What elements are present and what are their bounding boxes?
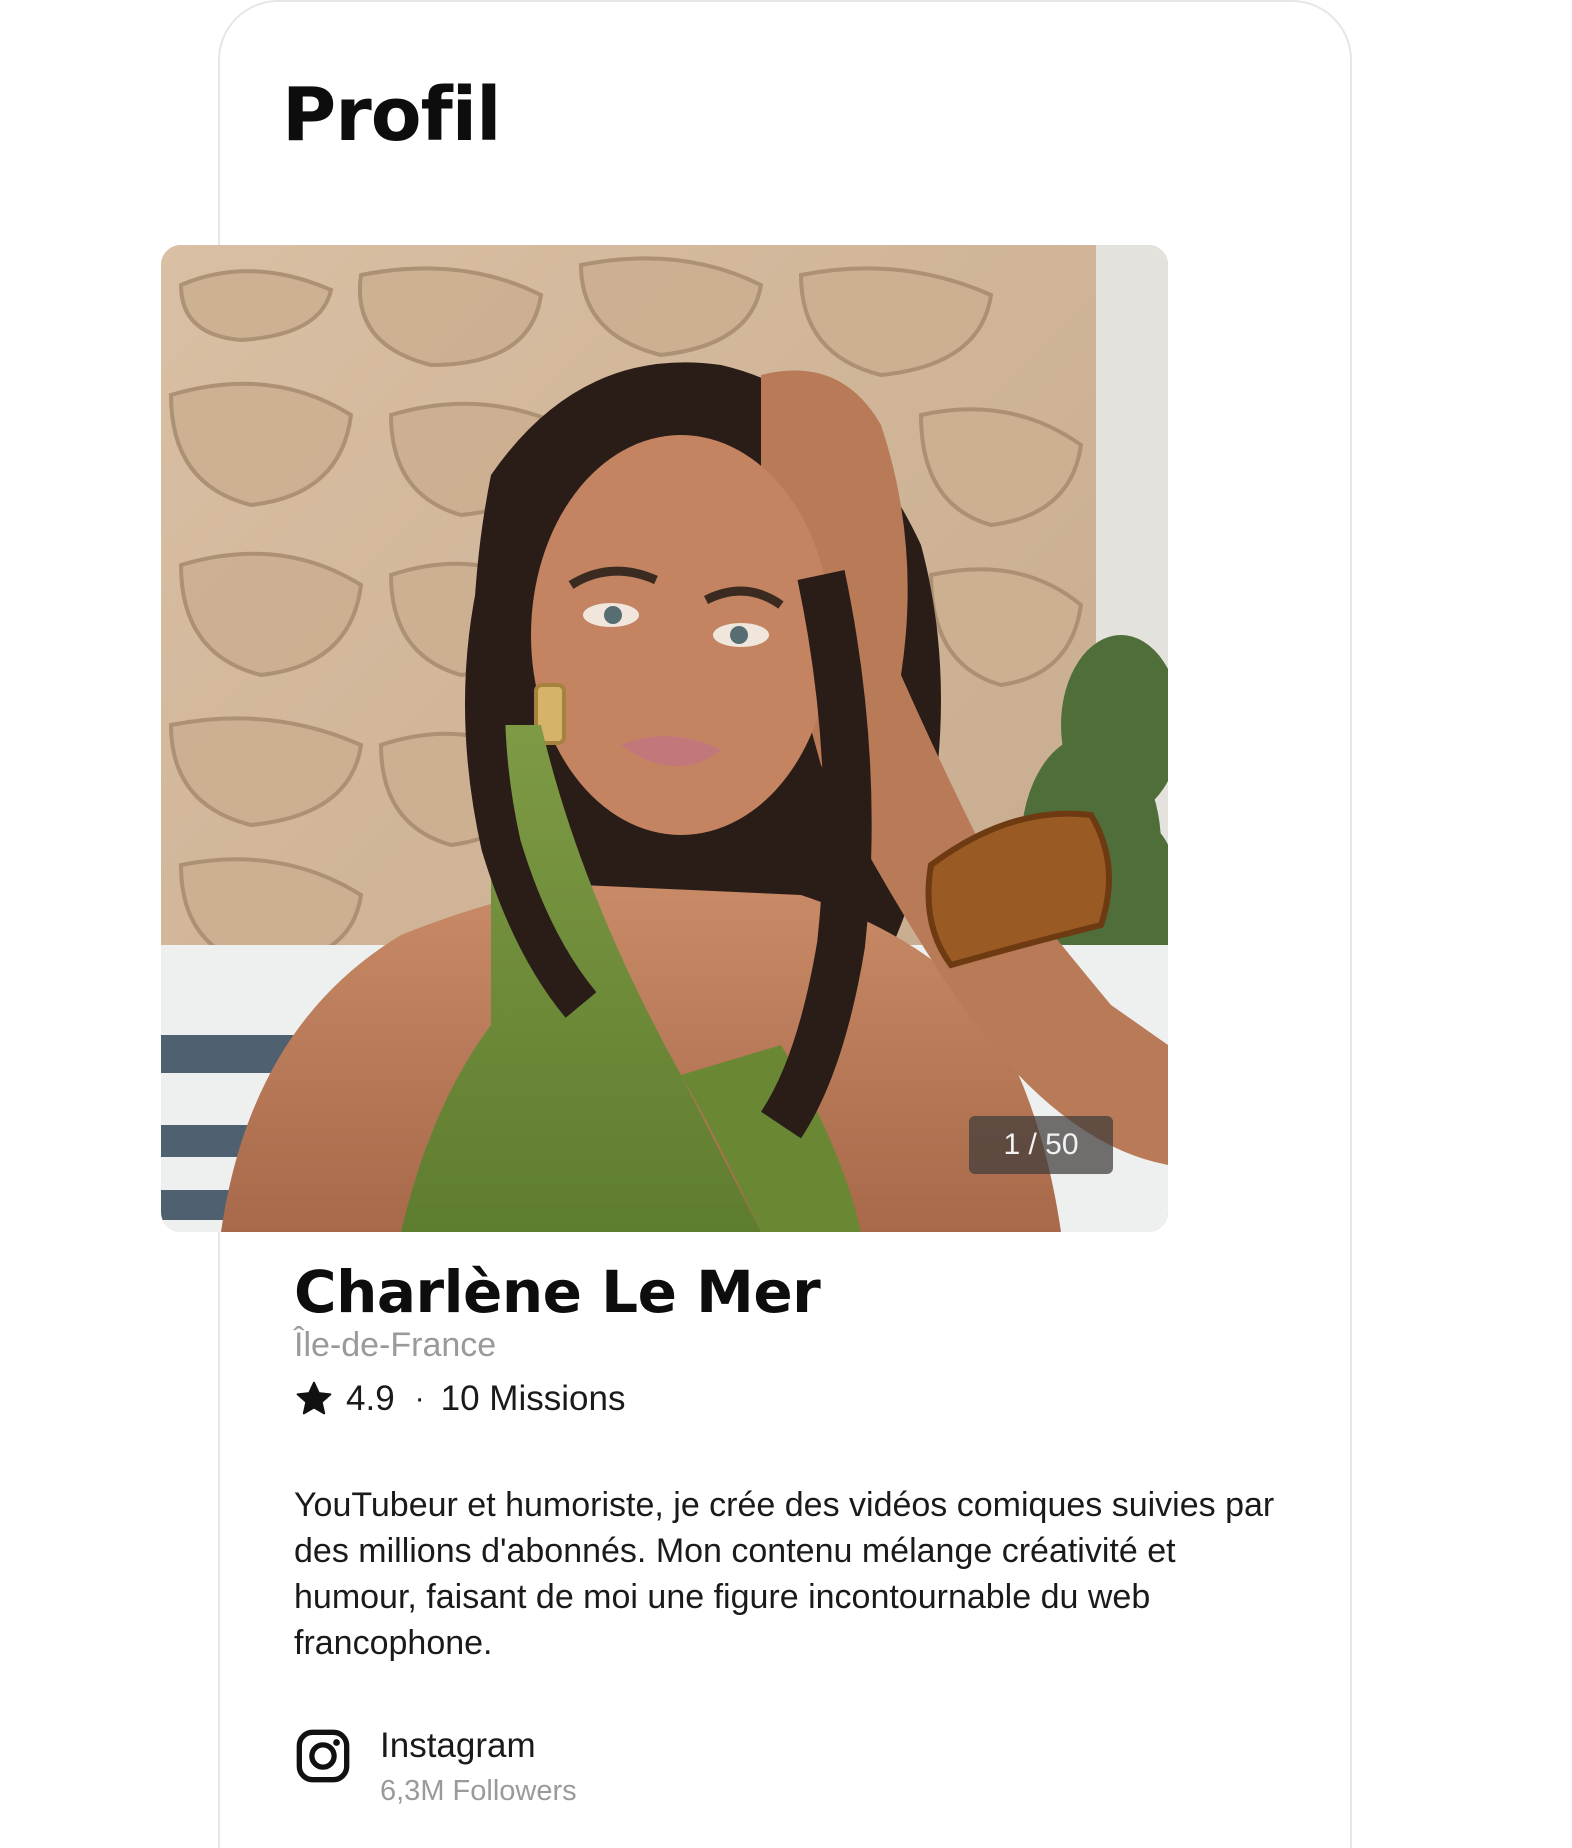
social-followers: 6,3M Followers	[380, 1775, 577, 1807]
profile-screen: Profil 1 / 50 Charlène Le Mer Île-de-Fra…	[0, 0, 1572, 1848]
profile-location: Île-de-France	[294, 1326, 497, 1364]
instagram-icon	[296, 1729, 350, 1783]
star-icon	[296, 1381, 332, 1415]
social-item-instagram[interactable]: Instagram 6,3M Followers	[294, 1725, 577, 1808]
page-title: Profil	[282, 72, 501, 158]
social-text: Instagram 6,3M Followers	[380, 1725, 577, 1808]
profile-photo-carousel[interactable]: 1 / 50	[161, 245, 1168, 1232]
rating-value: 4.9	[346, 1379, 395, 1418]
social-network-name: Instagram	[380, 1726, 536, 1765]
profile-bio: YouTubeur et humoriste, je crée des vidé…	[294, 1486, 1275, 1662]
photo-counter: 1 / 50	[969, 1116, 1113, 1174]
profile-photo	[161, 245, 1168, 1232]
rating-row: 4.9 · 10 Missions	[294, 1379, 625, 1419]
separator-dot: ·	[414, 1382, 425, 1415]
profile-name: Charlène Le Mer	[294, 1258, 821, 1326]
missions-count: 10 Missions	[440, 1379, 626, 1418]
